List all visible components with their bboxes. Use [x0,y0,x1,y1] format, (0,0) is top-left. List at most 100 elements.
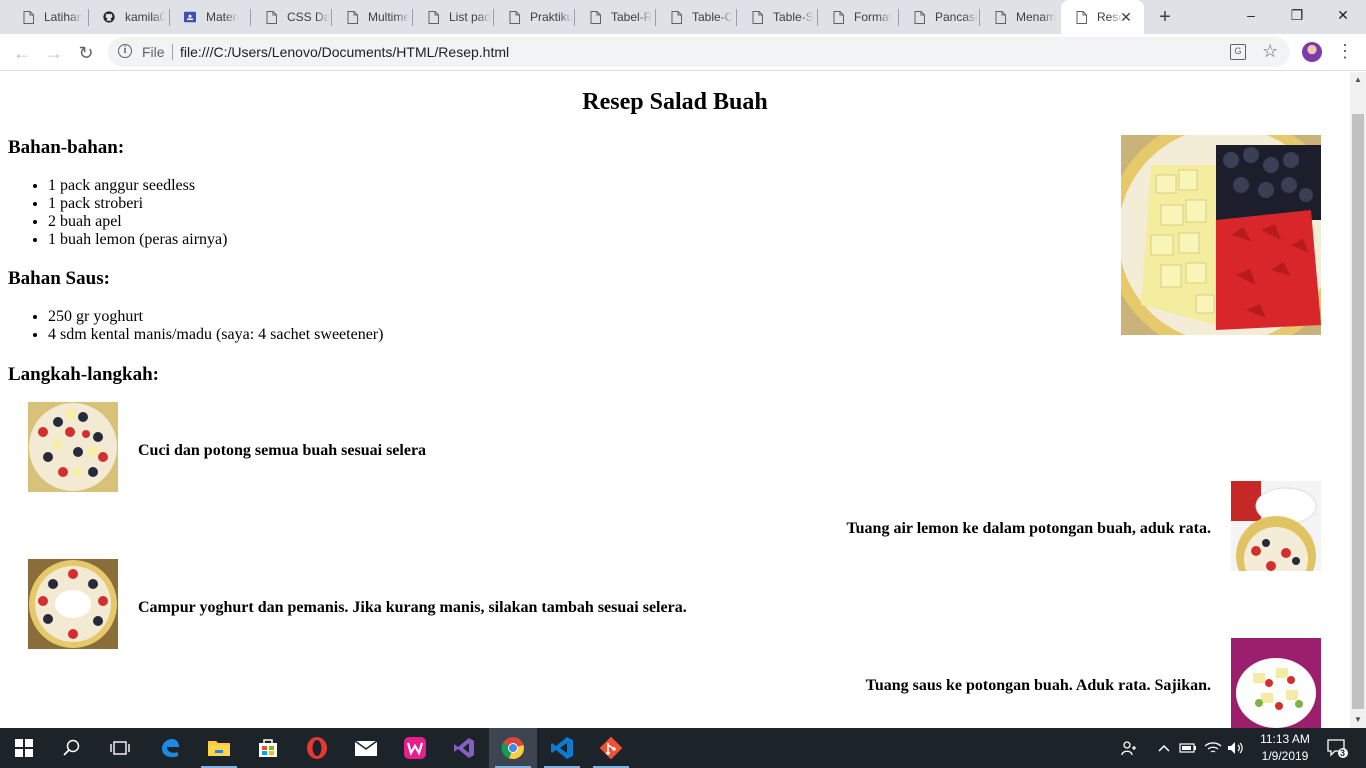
tab[interactable]: kamila0 [89,0,170,34]
tab[interactable]: Multime [332,0,413,34]
scheme-label: File [142,44,165,60]
ingredients-heading: Bahan-bahan: [8,137,125,158]
windows-start-icon[interactable] [0,728,48,768]
ingredients-list: 1 pack anggur seedless 1 pack stroberi 2… [48,177,227,249]
page-icon [751,10,763,24]
tab-title: List pad [449,10,492,24]
step-2-image [1231,481,1321,571]
wamp-icon[interactable] [391,728,439,768]
tab-title: Menam [1016,10,1057,24]
vscode-icon[interactable] [538,728,586,768]
minimize-button[interactable]: – [1228,0,1274,30]
visual-studio-icon[interactable] [440,728,488,768]
opera-icon[interactable] [293,728,341,768]
tab[interactable]: List pad [413,0,494,34]
url-text[interactable]: file:///C:/Users/Lenovo/Documents/HTML/R… [180,44,509,60]
tab-title: Latihan [44,10,84,24]
scrollbar-thumb[interactable] [1352,114,1364,709]
step-1-image [28,402,118,492]
restore-button[interactable]: ❐ [1274,0,1320,30]
tab[interactable]: Materi [170,0,251,34]
scroll-up-arrow-icon[interactable]: ▲ [1350,72,1366,88]
tab-title: Multime [368,10,411,24]
page-icon [1075,10,1087,24]
tab[interactable]: Pancasi [899,0,980,34]
step-3-text: Campur yoghurt dan pemanis. Jika kurang … [138,599,687,616]
notification-count: 3 [1340,748,1346,758]
scroll-down-arrow-icon[interactable]: ▼ [1350,712,1366,728]
tab[interactable]: Table-S [737,0,818,34]
sauce-heading: Bahan Saus: [8,268,110,289]
tab-title: Format [854,10,893,24]
page-icon [508,10,520,24]
tab[interactable]: Menam [980,0,1061,34]
wifi-icon[interactable] [1203,728,1223,768]
close-window-button[interactable]: ✕ [1320,0,1366,30]
classroom-icon [184,10,196,24]
mail-icon[interactable] [342,728,390,768]
tab-title: Materi [206,10,240,24]
page-icon [589,10,601,24]
file-explorer-icon[interactable] [195,728,243,768]
step-4-image [1231,638,1321,728]
page-icon [832,10,844,24]
task-view-icon[interactable] [96,728,144,768]
page-icon [265,10,277,24]
vertical-scrollbar[interactable]: ▲ ▼ [1350,72,1366,728]
tab[interactable]: Latihan [8,0,89,34]
translate-icon[interactable]: G [1230,44,1246,60]
back-button[interactable]: ← [8,39,36,67]
tab-title: CSS Da [287,10,331,24]
list-item: 1 pack anggur seedless [48,177,227,195]
tab-strip: Latihan kamila0 Materi CSS Da Multime Li… [0,0,1366,34]
menu-kebab-icon[interactable]: ⋮ [1336,41,1354,63]
edge-icon[interactable] [146,728,194,768]
step-3-image [28,559,118,649]
people-icon[interactable] [1118,728,1140,768]
tab-active[interactable]: Resep ✕ [1061,0,1144,34]
page-icon [346,10,358,24]
step-1-text: Cuci dan potong semua buah sesuai selera [138,442,427,459]
clock-date: 1/9/2019 [1261,749,1309,763]
tab[interactable]: Tabel-R [575,0,656,34]
browser-toolbar: ← → ↻ i File file:///C:/Users/Lenovo/Doc… [0,34,1366,71]
clock-time: 11:13 AM [1260,732,1310,746]
list-item: 2 buah apel [48,213,227,231]
tab-title: Table-C [692,10,734,24]
tab[interactable]: Format [818,0,899,34]
tab[interactable]: Table-C [656,0,737,34]
list-item: 250 gr yoghurt [48,308,383,326]
sauce-list: 250 gr yoghurt 4 sdm kental manis/madu (… [48,308,383,344]
chevron-up-icon[interactable] [1155,728,1173,768]
system-clock[interactable]: 11:13 AM 1/9/2019 [1250,731,1320,765]
reload-button[interactable]: ↻ [72,39,100,67]
address-bar[interactable]: i File file:///C:/Users/Lenovo/Documents… [108,37,1290,67]
fruit-salad-image [1121,135,1321,335]
step-4-text: Tuang saus ke potongan buah. Aduk rata. … [865,677,1211,694]
battery-icon[interactable] [1178,728,1198,768]
tab-title: Tabel-R [611,10,653,24]
list-item: 4 sdm kental manis/madu (saya: 4 sachet … [48,326,383,344]
forward-button[interactable]: → [40,39,68,67]
step-2-text: Tuang air lemon ke dalam potongan buah, … [846,520,1211,537]
close-tab-icon[interactable]: ✕ [1118,9,1134,25]
tab[interactable]: CSS Da [251,0,332,34]
tab-title: Table-S [773,10,814,24]
chrome-icon[interactable] [489,728,537,768]
profile-avatar[interactable] [1302,42,1322,62]
volume-icon[interactable] [1226,728,1246,768]
bookmark-star-icon[interactable]: ☆ [1262,41,1278,61]
page-icon [913,10,925,24]
action-center-icon[interactable]: 3 [1322,728,1352,768]
store-icon[interactable] [244,728,292,768]
list-item: 1 buah lemon (peras airnya) [48,231,227,249]
search-icon[interactable] [48,728,96,768]
tab[interactable]: Praktiku [494,0,575,34]
page-icon [670,10,682,24]
tab-title: kamila0 [125,10,167,24]
page-icon [994,10,1006,24]
info-icon[interactable]: i [118,44,132,58]
tab-title: Pancasi [935,10,978,24]
git-icon[interactable] [587,728,635,768]
new-tab-button[interactable]: + [1153,5,1177,29]
